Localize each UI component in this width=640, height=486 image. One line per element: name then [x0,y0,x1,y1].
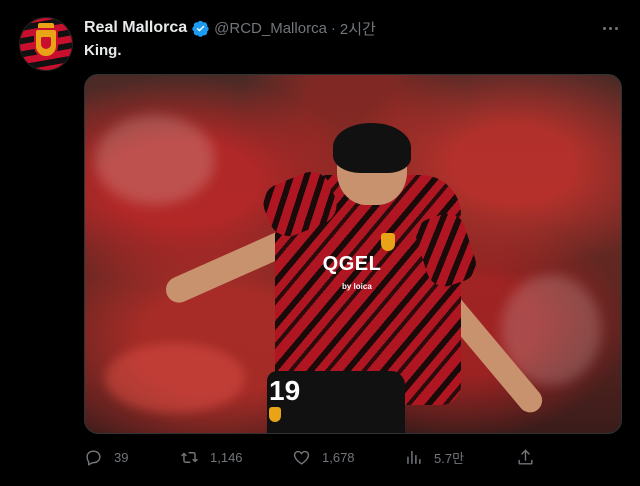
club-crest-icon [34,28,58,58]
more-icon[interactable] [598,18,622,38]
share-button[interactable] [516,448,535,467]
views-count: 5.7만 [434,450,465,466]
jersey-sponsor: QGEL [322,253,382,275]
retweet-button[interactable]: 1,146 [180,448,243,467]
tweet-actions: 39 1,146 1,678 5.7만 [84,446,544,468]
reply-button[interactable]: 39 [84,448,128,467]
reply-icon [86,449,101,466]
retweet-count: 1,146 [210,449,243,465]
tweet[interactable]: Real Mallorca @RCD_Mallorca · 2시간 King. … [0,0,640,486]
reply-count: 39 [114,449,129,465]
like-button[interactable]: 1,678 [292,448,355,467]
jersey-sponsor-sub: by loica [342,282,372,291]
player-figure: QGEL by loica 19 [85,75,621,433]
author-handle[interactable]: @RCD_Mallorca [214,20,327,37]
player-hair [333,123,411,173]
views-icon [407,450,421,464]
tweet-header: Real Mallorca @RCD_Mallorca · 2시간 [84,18,376,38]
share-icon [518,448,533,465]
verified-badge-icon [192,20,209,37]
jersey-number: 19 [269,375,301,406]
jersey-crest-icon [381,233,395,251]
tweet-media-image[interactable]: QGEL by loica 19 [84,74,622,434]
avatar[interactable] [20,18,72,70]
tweet-text: King. [84,42,122,59]
shorts-crest-icon [269,407,281,422]
author-name[interactable]: Real Mallorca [84,19,187,37]
views-button[interactable]: 5.7만 [404,448,464,467]
like-count: 1,678 [322,449,355,465]
tweet-timestamp[interactable]: 2시간 [340,18,376,39]
heart-icon [293,450,310,465]
separator-dot: · [330,19,336,37]
retweet-icon [181,451,198,463]
